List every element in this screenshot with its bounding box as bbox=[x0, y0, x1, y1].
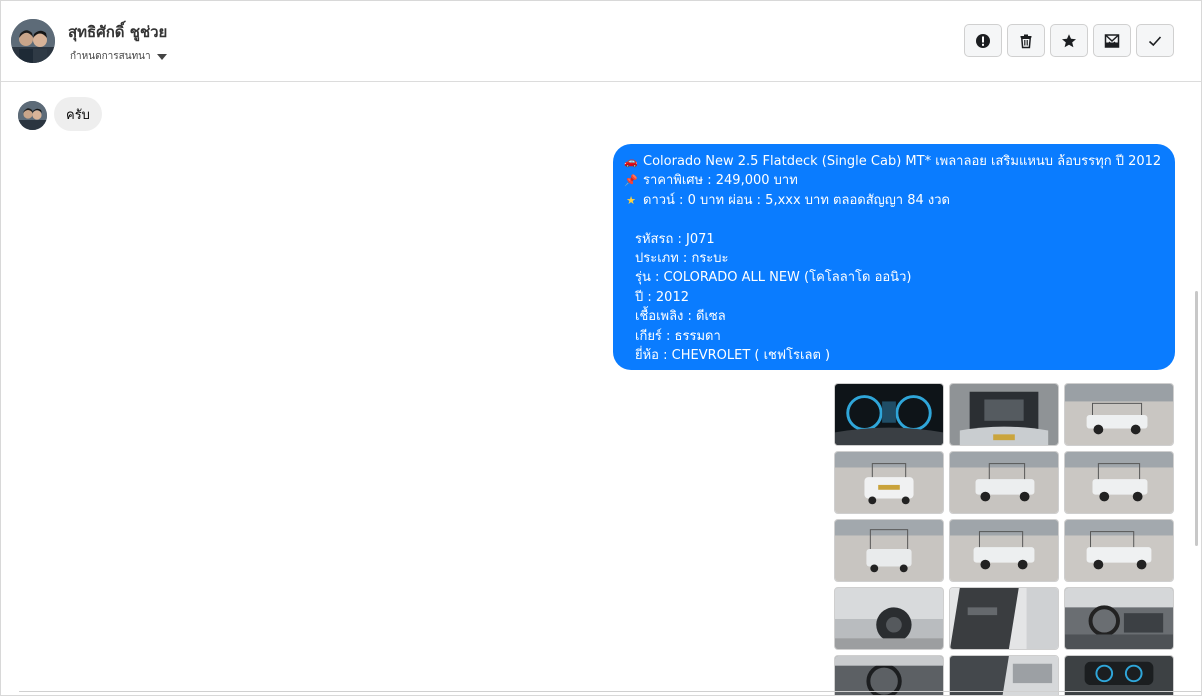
check-icon bbox=[1148, 35, 1162, 46]
trash-icon bbox=[1020, 34, 1032, 48]
attachment-photo[interactable] bbox=[949, 519, 1059, 582]
attachment-photo[interactable] bbox=[949, 655, 1059, 695]
scrollbar[interactable] bbox=[1195, 291, 1198, 546]
attachment-photo[interactable] bbox=[834, 383, 944, 446]
attachment-photo[interactable] bbox=[834, 655, 944, 695]
photo-attachments bbox=[834, 383, 1174, 695]
caret-down-icon bbox=[156, 53, 167, 60]
attachment-photo[interactable] bbox=[1064, 451, 1174, 514]
car-icon: 🚗 bbox=[624, 155, 638, 168]
attachment-photo[interactable] bbox=[949, 383, 1059, 446]
done-button[interactable] bbox=[1136, 24, 1174, 57]
outgoing-message[interactable]: 🚗 Colorado New 2.5 Flatdeck (Single Cab) … bbox=[613, 144, 1175, 370]
mark-unread-button[interactable] bbox=[1093, 24, 1131, 57]
attachment-photo[interactable] bbox=[1064, 383, 1174, 446]
attachment-photo[interactable] bbox=[1064, 587, 1174, 650]
divider bbox=[19, 691, 1201, 692]
conversation-header: สุทธิศักดิ์ ชูช่วย กำหนดการสนทนา bbox=[1, 1, 1201, 82]
pushpin-icon: 📌 bbox=[624, 174, 638, 188]
exclamation-icon bbox=[976, 33, 990, 48]
sender-avatar[interactable] bbox=[18, 101, 47, 130]
star-button[interactable] bbox=[1050, 24, 1088, 57]
incoming-message[interactable]: ครับ bbox=[54, 97, 102, 131]
report-button[interactable] bbox=[964, 24, 1002, 57]
attachment-photo[interactable] bbox=[834, 587, 944, 650]
attachment-photo[interactable] bbox=[1064, 655, 1174, 695]
attachment-photo[interactable] bbox=[1064, 519, 1174, 582]
attachment-photo[interactable] bbox=[949, 451, 1059, 514]
attachment-photo[interactable] bbox=[949, 587, 1059, 650]
envelope-icon bbox=[1104, 33, 1120, 48]
attachment-photo[interactable] bbox=[834, 519, 944, 582]
assign-label: กำหนดการสนทนา bbox=[70, 51, 151, 62]
avatar[interactable] bbox=[11, 19, 55, 63]
assign-conversation-dropdown[interactable]: กำหนดการสนทนา bbox=[70, 49, 167, 64]
conversation-panel: สุทธิศักดิ์ ชูช่วย กำหนดการสนทนา ครับ 🚗 … bbox=[0, 0, 1202, 696]
attachment-photo[interactable] bbox=[834, 451, 944, 514]
conversation-actions bbox=[964, 24, 1174, 57]
delete-button[interactable] bbox=[1007, 24, 1045, 57]
star-icon bbox=[1062, 33, 1076, 47]
star-emoji-icon: ★ bbox=[626, 193, 636, 207]
contact-name: สุทธิศักดิ์ ชูช่วย bbox=[68, 23, 168, 41]
